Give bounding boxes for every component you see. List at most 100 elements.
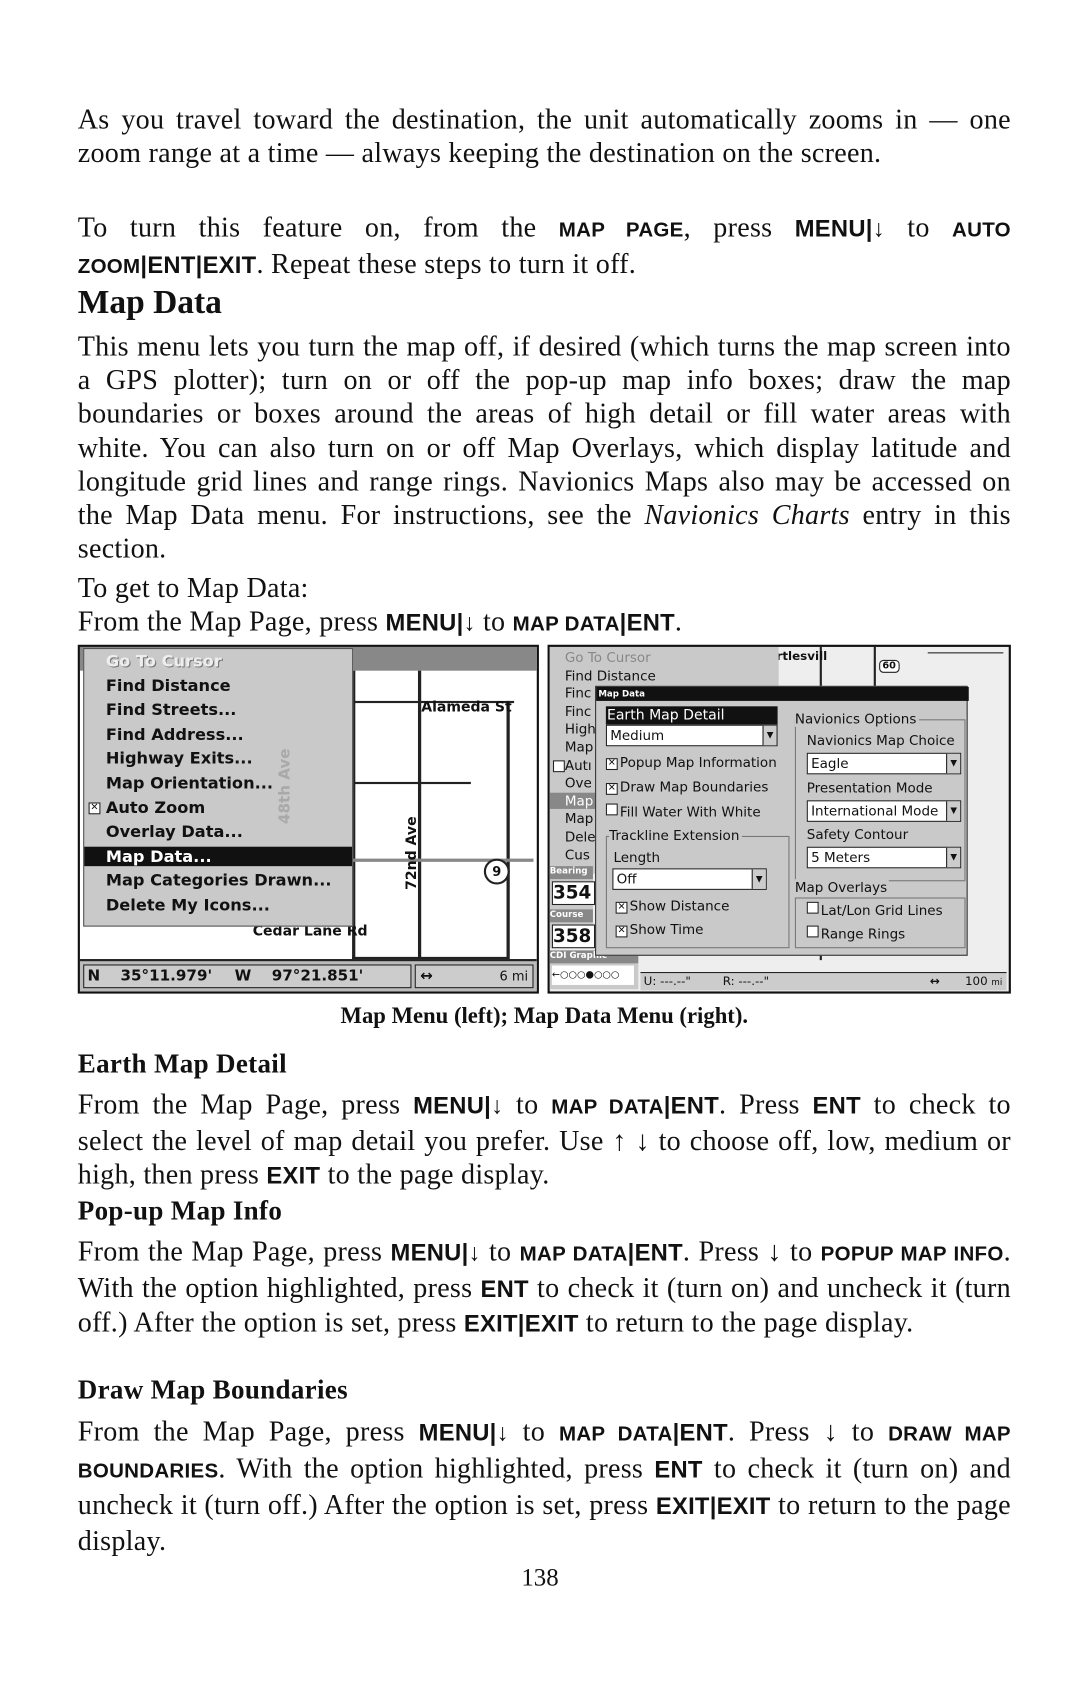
menu-item-label: Overlay Data... <box>105 822 243 842</box>
key-name: | <box>517 1310 525 1338</box>
key-name: ENT <box>626 609 675 637</box>
dropdown-value: Off <box>616 870 637 887</box>
text-run: To get to Map Data: <box>77 572 309 604</box>
key-name: | <box>709 1492 717 1520</box>
status-bar: N 35°11.979' W 97°21.851' ↔ 6 mi <box>79 959 537 992</box>
menu-item[interactable]: Overlay Data... <box>106 822 243 841</box>
menu-item[interactable]: Find Distance <box>565 667 656 683</box>
checkbox-label: Range Rings <box>820 925 906 942</box>
lat-lon-grid-lines-checkbox[interactable]: Lat/Lon Grid Lines <box>806 901 943 919</box>
figure-caption: Map Menu (left); Map Data Menu (right). <box>340 1002 749 1029</box>
menu-item[interactable]: Finc <box>565 703 592 719</box>
key-name: ENT <box>480 1275 529 1303</box>
subheading-draw-map-boundaries: Draw Map Boundaries <box>77 1375 348 1406</box>
lat-prefix: N <box>87 967 101 985</box>
menu-item[interactable]: Map <box>565 739 594 755</box>
key-name: ENT <box>654 1456 703 1484</box>
paragraph-auto-zoom-intro: As you travel toward the destination, th… <box>78 103 1011 170</box>
menu-item-label: Finc <box>564 702 592 720</box>
longitude: 97°21.851' <box>271 967 364 985</box>
manual-page: As you travel toward the destination, th… <box>0 0 1080 1682</box>
show-distance-checkbox[interactable]: ✕ Show Distance <box>615 897 729 914</box>
dropdown-arrow-icon: ▼ <box>751 869 766 889</box>
key-name: EXIT <box>202 251 257 279</box>
street-label-behind-menu: 48th Ave <box>276 748 294 825</box>
menu-item-label: High <box>564 720 596 737</box>
text-run: . Press ↓ to <box>682 1235 821 1267</box>
draw-map-boundaries-checkbox[interactable]: ✕ Draw Map Boundaries <box>605 779 768 795</box>
text-run: From the Map Page, press <box>77 1088 414 1120</box>
menu-command: Map Page <box>558 219 684 242</box>
key-name: ↓ <box>491 1091 504 1119</box>
menu-item[interactable]: Ove <box>565 775 592 791</box>
menu-item[interactable]: ✕ Auto Zoom <box>88 798 205 817</box>
menu-item[interactable]: High <box>565 721 596 737</box>
menu-item[interactable]: Highway Exits... <box>106 749 253 768</box>
paragraph-map-data-description: This menu lets you turn the map off, if … <box>78 329 1011 565</box>
key-name: | <box>627 1238 635 1266</box>
checkbox-label: Lat/Lon Grid Lines <box>820 901 943 919</box>
lon-prefix: W <box>234 967 252 985</box>
text-run: From the Map Page, press <box>77 605 386 638</box>
menu-item[interactable]: Map Data... <box>84 846 353 866</box>
menu-item[interactable]: Map <box>549 792 598 809</box>
section-heading-map-data: Map Data <box>77 282 222 321</box>
earth-map-detail-dropdown[interactable]: Medium ▼ <box>605 724 778 747</box>
key-name: ENT <box>147 251 196 279</box>
range-unit: mi <box>991 977 1003 988</box>
menu-item[interactable]: Dele <box>565 828 596 844</box>
checkbox-icon <box>806 925 819 938</box>
menu-item[interactable]: Cus <box>565 846 590 862</box>
field-label: Safety Contour <box>806 826 909 843</box>
menu-item[interactable]: Go To Cursor <box>565 649 651 665</box>
menu-item[interactable]: Find Address... <box>106 724 244 743</box>
key-name: ↓ <box>468 1238 481 1266</box>
checkbox-icon: ✕ <box>605 783 618 795</box>
menu-item[interactable]: Find Streets... <box>106 700 237 719</box>
popup-map-information-checkbox[interactable]: ✕ Popup Map Information <box>605 754 777 771</box>
menu-item[interactable]: Map Categories Drawn... <box>106 871 332 890</box>
checkbox-label: Fill Water With White <box>619 803 761 820</box>
text-run: to the page display. <box>320 1159 550 1191</box>
menu-item-label: Map Orientation... <box>105 773 274 793</box>
key-name: EXIT <box>655 1492 710 1520</box>
menu-item[interactable]: Find Distance <box>106 676 231 695</box>
key-name: ENT <box>670 1091 720 1119</box>
key-name: EXIT <box>716 1492 771 1520</box>
menu-item[interactable]: Map Orientation... <box>106 773 273 792</box>
checkbox-label: Show Time <box>629 921 704 938</box>
trackline-length-dropdown[interactable]: Off ▼ <box>612 868 767 890</box>
status-bar: U: ---.--" R: ---.--" ↔ 100 mi <box>640 972 1007 991</box>
range-rings-checkbox[interactable]: Range Rings <box>806 925 906 942</box>
map-menu-screenshot: Alameda St 72nd Ave Cedar Lane Rd 9 48th… <box>77 644 539 994</box>
menu-command: Map Data <box>558 1423 673 1447</box>
key-name: MENU <box>794 214 866 242</box>
menu-item[interactable]: Delete My Icons... <box>106 895 270 914</box>
navionics-map-choice-dropdown[interactable]: Eagle ▼ <box>806 752 962 775</box>
menu-item[interactable]: Map <box>565 810 594 826</box>
presentation-mode-dropdown[interactable]: International Mode ▼ <box>806 800 962 822</box>
checkbox-icon <box>552 759 565 772</box>
text-run: From the Map Page, press <box>77 1415 419 1448</box>
menu-item[interactable]: Go To Cursor <box>106 651 222 670</box>
checkbox-icon <box>605 803 618 816</box>
key-name: MENU <box>413 1091 485 1119</box>
menu-item-label: Map Categories Drawn... <box>105 870 332 891</box>
menu-item-label: Delete My Icons... <box>105 895 270 915</box>
menu-command: Map Data <box>519 1243 628 1266</box>
field-label: Navionics Map Choice <box>806 732 955 749</box>
key-name: | <box>489 1419 497 1447</box>
fill-water-with-white-checkbox[interactable]: Fill Water With White <box>605 803 761 820</box>
text-run: to <box>480 1235 520 1267</box>
menu-item-label: Autı <box>564 756 592 773</box>
text-run: , press <box>683 211 795 244</box>
menu-item[interactable]: Autı <box>552 756 592 773</box>
range-value: 6 mi <box>499 968 529 984</box>
safety-contour-dropdown[interactable]: 5 Meters ▼ <box>806 846 962 869</box>
menu-item-label: Find Distance <box>105 675 231 696</box>
menu-item[interactable]: Finc <box>565 685 592 701</box>
show-time-checkbox[interactable]: ✕ Show Time <box>615 921 704 938</box>
map-data-menu-screenshot: rtlesvill 60 Go To Cursor Find Distance Fi… <box>547 644 1011 994</box>
group-label: Trackline Extension <box>609 827 742 844</box>
menu-item-label: Finc <box>564 684 592 702</box>
